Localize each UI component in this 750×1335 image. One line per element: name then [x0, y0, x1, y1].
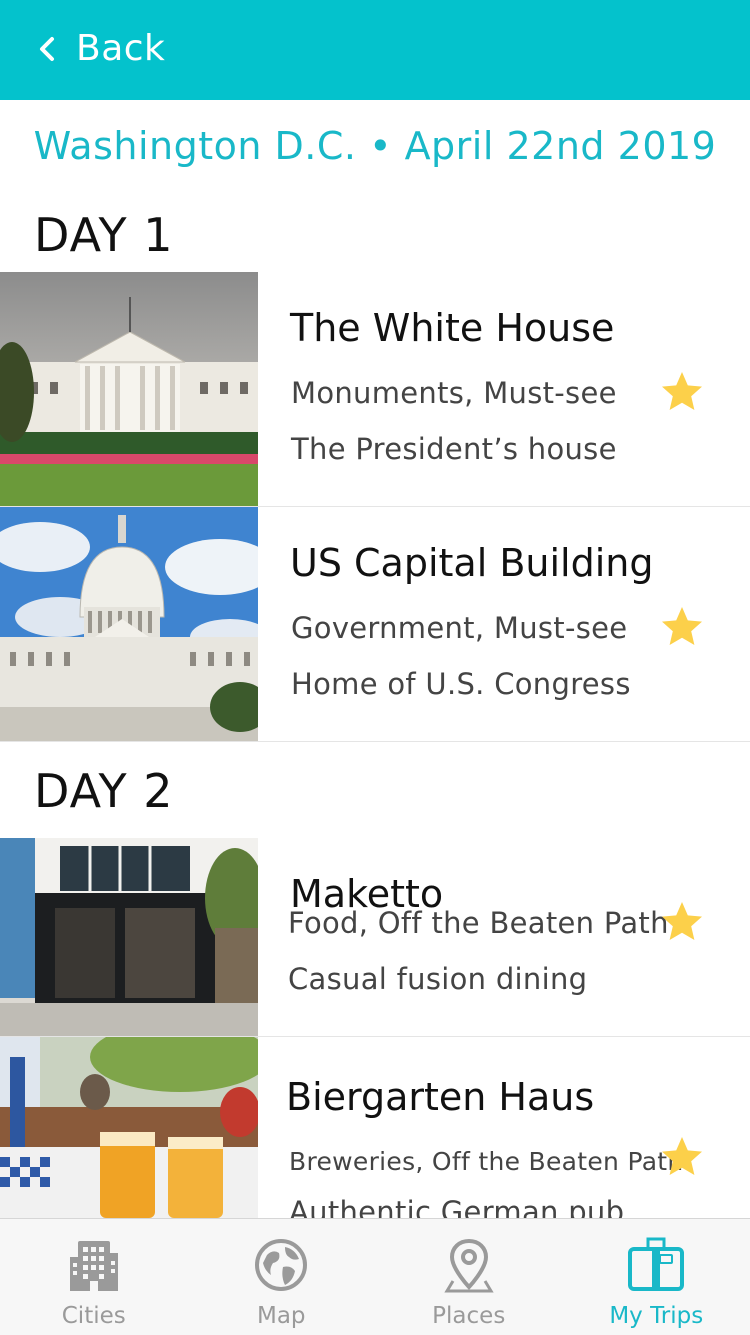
tab-cities[interactable]: Cities: [0, 1219, 188, 1335]
tab-label: Places: [375, 1303, 563, 1329]
place-name: The White House: [290, 306, 614, 350]
chevron-left-icon: [36, 32, 58, 66]
building-icon: [64, 1235, 124, 1295]
star-icon[interactable]: [660, 900, 704, 942]
place-card-capitol[interactable]: US Capital Building Government, Must-see…: [0, 507, 750, 742]
white-house-photo: [0, 272, 258, 506]
trip-title: Washington D.C. • April 22nd 2019: [0, 124, 750, 168]
place-description: Home of U.S. Congress: [291, 667, 631, 701]
location-pin-icon: [439, 1235, 499, 1295]
place-card-maketto[interactable]: Maketto Food, Off the Beaten Path Casual…: [0, 838, 750, 1037]
place-description: The President’s house: [291, 432, 617, 466]
top-nav-bar: Back: [0, 0, 750, 100]
bottom-tab-bar: Cities Map Places My Trips: [0, 1218, 750, 1335]
place-name: US Capital Building: [290, 541, 654, 585]
globe-icon: [251, 1235, 311, 1295]
beer-garden-photo: [0, 1037, 258, 1218]
place-description: Authentic German pub: [289, 1195, 624, 1218]
place-tags: Food, Off the Beaten Path: [288, 906, 669, 940]
back-button[interactable]: Back: [36, 28, 165, 69]
tab-label: Cities: [0, 1303, 188, 1329]
capitol-photo: [0, 507, 258, 741]
back-label: Back: [76, 28, 165, 69]
place-card-white-house[interactable]: The White House Monuments, Must-see The …: [0, 272, 750, 507]
day-heading: DAY 1: [34, 208, 174, 262]
tab-map[interactable]: Map: [188, 1219, 376, 1335]
place-tags: Breweries, Off the Beaten Path: [289, 1147, 684, 1176]
star-icon[interactable]: [660, 605, 704, 647]
restaurant-photo: [0, 838, 258, 1036]
tab-my-trips[interactable]: My Trips: [563, 1219, 750, 1335]
star-icon[interactable]: [660, 370, 704, 412]
tab-label: Map: [188, 1303, 376, 1329]
star-icon[interactable]: [660, 1135, 704, 1177]
tab-label: My Trips: [563, 1303, 750, 1329]
place-card-biergarten[interactable]: Biergarten Haus Breweries, Off the Beate…: [0, 1037, 750, 1218]
place-name: Biergarten Haus: [286, 1075, 594, 1119]
suitcase-icon: [626, 1235, 686, 1295]
place-tags: Government, Must-see: [291, 611, 627, 645]
day-heading: DAY 2: [34, 764, 174, 818]
place-description: Casual fusion dining: [288, 962, 587, 996]
tab-places[interactable]: Places: [375, 1219, 563, 1335]
place-tags: Monuments, Must-see: [291, 376, 617, 410]
